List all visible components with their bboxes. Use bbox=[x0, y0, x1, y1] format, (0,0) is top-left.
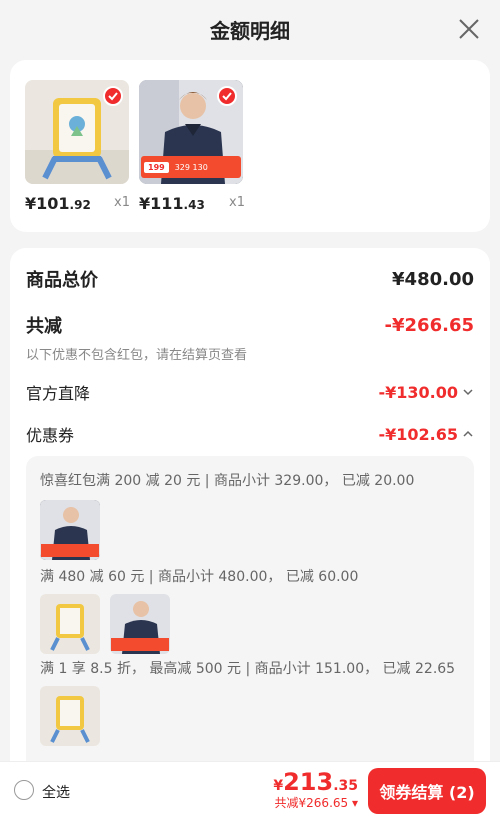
selected-check-icon[interactable] bbox=[103, 86, 123, 106]
total-amount: ¥213.35 共减¥266.65 ▾ bbox=[273, 768, 358, 811]
products-card: ¥101.92 x1 199 329 130 ¥111.43 x1 bbox=[10, 60, 490, 232]
product-qty: x1 bbox=[229, 195, 245, 210]
price-detail-card: 商品总价 ¥480.00 共减 -¥266.65 以下优惠不包含红包，请在结算页… bbox=[10, 248, 490, 778]
coupon-line: 惊喜红包满 200 减 20 元 | 商品小计 329.00， 已减 20.00 bbox=[40, 473, 415, 489]
chevron-up-icon bbox=[463, 430, 473, 437]
total-label: 商品总价 bbox=[26, 270, 98, 291]
official-label: 官方直降 bbox=[26, 384, 91, 403]
reduce-label: 共减 bbox=[26, 316, 62, 337]
coupon-detail-box: 惊喜红包满 200 减 20 元 | 商品小计 329.00， 已减 20.00… bbox=[26, 456, 474, 778]
close-icon[interactable] bbox=[456, 16, 482, 42]
promo-tag: 199 329 130 bbox=[141, 156, 241, 178]
selected-check-icon[interactable] bbox=[217, 86, 237, 106]
header: 金额明细 bbox=[0, 0, 500, 58]
product-price: ¥111.43 bbox=[139, 194, 205, 213]
official-discount-row[interactable]: 官方直降 -¥130.00 bbox=[26, 380, 474, 404]
select-all-radio[interactable] bbox=[14, 780, 34, 800]
chevron-down-icon bbox=[463, 389, 473, 396]
page-title: 金额明细 bbox=[210, 18, 290, 43]
coupon-product-image bbox=[40, 686, 100, 746]
total-value: ¥480.00 bbox=[392, 268, 474, 290]
product-image-easel[interactable] bbox=[25, 80, 129, 184]
coupon-value: -¥102.65 bbox=[378, 424, 458, 444]
product-price: ¥101.92 bbox=[25, 194, 91, 213]
select-all-label[interactable]: 全选 bbox=[42, 782, 70, 802]
official-value: -¥130.00 bbox=[378, 382, 458, 402]
reduce-row: 共减 -¥266.65 bbox=[26, 312, 474, 338]
product-image-sweater[interactable]: 199 329 130 bbox=[139, 80, 243, 184]
coupon-product-image bbox=[40, 500, 100, 560]
coupon-label: 优惠券 bbox=[26, 426, 75, 445]
product-qty: x1 bbox=[114, 195, 130, 210]
coupon-row[interactable]: 优惠券 -¥102.65 bbox=[26, 422, 474, 446]
coupon-line: 满 480 减 60 元 | 商品小计 480.00， 已减 60.00 bbox=[40, 569, 359, 585]
checkout-button[interactable]: 领券结算 (2) bbox=[368, 768, 486, 814]
coupon-product-image bbox=[40, 594, 100, 654]
saved-amount[interactable]: 共减¥266.65 ▾ bbox=[273, 794, 358, 811]
checkout-bar: 全选 ¥213.35 共减¥266.65 ▾ 领券结算 (2) bbox=[0, 761, 500, 820]
coupon-product-image bbox=[110, 594, 170, 654]
reduce-value: -¥266.65 bbox=[384, 314, 474, 336]
coupon-line: 满 1 享 8.5 折， 最高减 500 元 | 商品小计 151.00， 已减… bbox=[40, 661, 456, 677]
discount-note: 以下优惠不包含红包，请在结算页查看 bbox=[26, 348, 248, 363]
total-price-row: 商品总价 ¥480.00 bbox=[26, 266, 474, 292]
